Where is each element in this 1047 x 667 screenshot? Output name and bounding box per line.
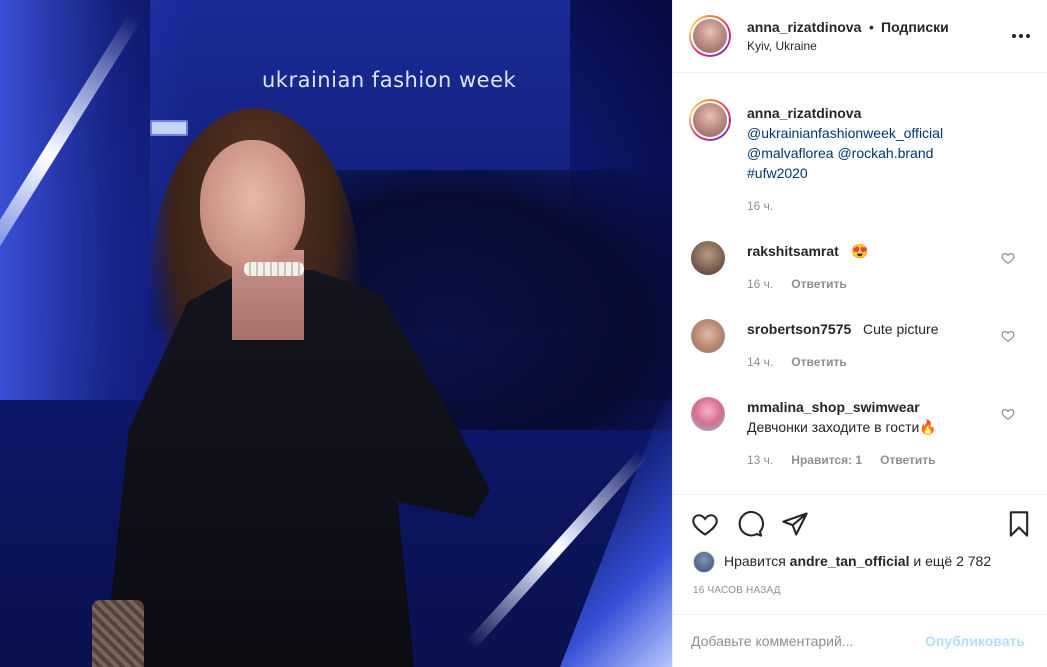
add-comment-bar: Опубликовать	[673, 614, 1047, 667]
comments-section[interactable]: anna_rizatdinova @ukrainianfashionweek_o…	[673, 73, 1047, 493]
post-header: anna_rizatdinova • Подписки Kyiv, Ukrain…	[673, 0, 1047, 73]
comment-like-heart-icon[interactable]	[1001, 251, 1015, 265]
liker-avatar[interactable]	[693, 551, 715, 573]
post-timestamp[interactable]: 16 ЧАСОВ НАЗАД	[693, 585, 781, 596]
commenter-avatar[interactable]	[691, 397, 725, 431]
more-options-icon[interactable]	[1007, 24, 1035, 48]
comment-item: rakshitsamrat 😍 16 ч. Ответить	[673, 241, 1047, 319]
commenter-username[interactable]: srobertson7575	[747, 321, 851, 337]
commenter-avatar[interactable]	[691, 319, 725, 353]
comment-item: mmalina_shop_swimwear Девчонки заходите …	[673, 397, 1047, 487]
reply-button[interactable]: Ответить	[880, 453, 935, 467]
post-actions: Нравится andre_tan_official и ещё 2 782 …	[673, 494, 1047, 614]
caption-mention-link[interactable]: @ukrainianfashionweek_official	[747, 125, 943, 141]
caption-author-avatar[interactable]	[689, 99, 731, 141]
comment-icon[interactable]	[736, 510, 764, 538]
paper-plane-icon[interactable]	[781, 510, 809, 538]
comment-text: 😍	[851, 243, 869, 259]
reply-button[interactable]: Ответить	[791, 277, 846, 291]
caption-hashtag-link[interactable]: #ufw2020	[747, 165, 808, 181]
commenter-username[interactable]: mmalina_shop_swimwear	[747, 399, 920, 415]
comment-timestamp[interactable]: 16 ч.	[747, 277, 773, 291]
separator-dot: •	[869, 19, 874, 35]
comment-text: Cute picture	[863, 321, 939, 337]
comment-timestamp[interactable]: 13 ч.	[747, 453, 773, 467]
comment-item: srobertson7575 Cute picture 14 ч. Ответи…	[673, 319, 1047, 397]
comment-like-heart-icon[interactable]	[1001, 407, 1015, 421]
caption-mention-link[interactable]: @malvaflorea @rockah.brand	[747, 145, 933, 161]
author-username[interactable]: anna_rizatdinova	[747, 19, 861, 35]
post-sidebar: anna_rizatdinova • Подписки Kyiv, Ukrain…	[672, 0, 1047, 667]
caption-timestamp[interactable]: 16 ч.	[747, 199, 773, 213]
exit-sign	[150, 120, 188, 136]
comment-input[interactable]	[691, 629, 931, 653]
publish-button[interactable]: Опубликовать	[925, 633, 1025, 649]
heart-icon[interactable]	[691, 510, 719, 538]
post-photo[interactable]: ukrainian fashion week	[0, 0, 672, 667]
handbag	[92, 600, 144, 667]
author-avatar[interactable]	[689, 15, 731, 57]
location-link[interactable]: Kyiv, Ukraine	[747, 39, 817, 53]
comment-text: Девчонки заходите в гости🔥	[747, 419, 937, 435]
commenter-avatar[interactable]	[691, 241, 725, 275]
likes-summary[interactable]: Нравится andre_tan_official и ещё 2 782	[724, 553, 991, 569]
woman-face	[200, 140, 305, 270]
liker-username[interactable]: andre_tan_official	[790, 553, 910, 569]
commenter-username[interactable]: rakshitsamrat	[747, 243, 839, 259]
comment-likes-count[interactable]: Нравится: 1	[791, 453, 862, 467]
fashion-week-sign: ukrainian fashion week	[262, 68, 517, 92]
reply-button[interactable]: Ответить	[791, 355, 846, 369]
bookmark-icon[interactable]	[1005, 510, 1033, 538]
following-button[interactable]: Подписки	[881, 19, 949, 35]
comment-timestamp[interactable]: 14 ч.	[747, 355, 773, 369]
comment-like-heart-icon[interactable]	[1001, 329, 1015, 343]
pearl-choker	[244, 262, 304, 276]
caption-username[interactable]: anna_rizatdinova	[747, 105, 861, 121]
